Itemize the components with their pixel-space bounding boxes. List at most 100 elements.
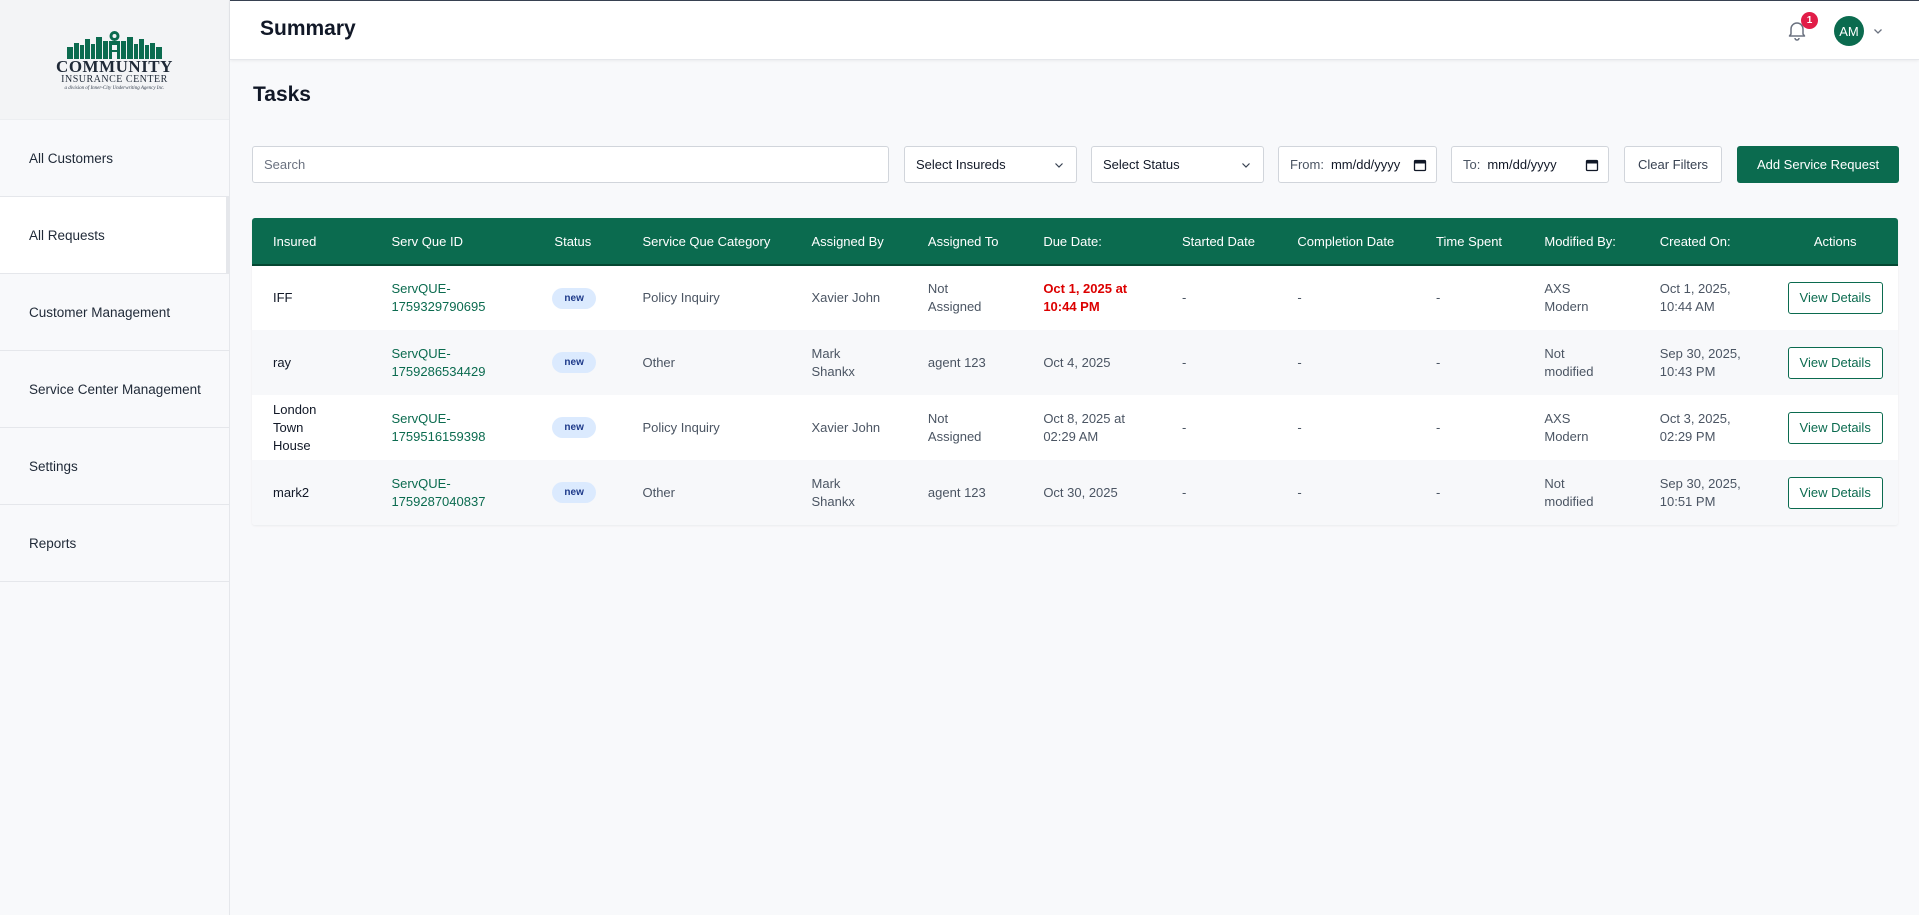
column-header: Actions	[1813, 233, 1857, 249]
cell-completion-date: -	[1297, 290, 1302, 305]
cell-assigned-to: Not Assigned	[907, 395, 1022, 460]
chevron-down-icon	[1055, 163, 1063, 168]
column-header[interactable]: Created On:	[1639, 218, 1773, 265]
cell-assigned-by: Xavier John	[791, 395, 907, 460]
cell-completion-date: -	[1297, 484, 1302, 500]
logo-area: COMMUNITY INSURANCE CENTER a division of…	[0, 0, 229, 120]
view-details-button[interactable]: View Details	[1787, 476, 1883, 509]
date-from-field[interactable]: From: mm/dd/yyyy	[1278, 146, 1437, 183]
column-header[interactable]: Assigned To	[907, 218, 1022, 265]
cell-created-on: Oct 1, 2025, 10:44 AM	[1639, 265, 1773, 330]
date-to-value: mm/dd/yyyy	[1487, 157, 1557, 172]
tasks-table: Insured Serv Que ID Status Service Que C…	[252, 218, 1898, 525]
cell-modified-by: Not modified	[1523, 330, 1638, 395]
calendar-icon[interactable]	[1585, 158, 1599, 172]
service-id-number[interactable]: 1759516159398	[391, 428, 533, 446]
cell-assigned-by-line1: Mark	[811, 345, 841, 361]
top-header: Summary 1 AM	[230, 0, 1919, 60]
sidebar: COMMUNITY INSURANCE CENTER a division of…	[0, 0, 230, 915]
cell-modified-by-line1: AXS	[1544, 281, 1571, 296]
sidebar-item-settings[interactable]: Settings	[0, 428, 229, 505]
cell-assigned-to: Not Assigned	[907, 265, 1022, 330]
cell-category: Policy Inquiry	[642, 290, 720, 305]
search-input[interactable]	[252, 146, 889, 183]
sidebar-item-reports[interactable]: Reports	[0, 505, 229, 582]
service-id-number[interactable]: 1759286534429	[391, 363, 533, 381]
date-to-field[interactable]: To: mm/dd/yyyy	[1451, 146, 1609, 183]
column-header[interactable]: Assigned By	[791, 218, 907, 265]
cell-started-date: -	[1181, 354, 1187, 370]
cell-insured: London Town House	[273, 401, 317, 453]
view-details-button[interactable]: View Details	[1787, 411, 1883, 444]
table-row[interactable]: IFF ServQUE- 1759329790695 new Policy Inquir…	[252, 265, 1898, 330]
sidebar-item-customer-management[interactable]: Customer Management	[0, 274, 229, 351]
calendar-icon[interactable]	[1413, 158, 1427, 172]
service-id-number[interactable]: 1759287040837	[391, 493, 533, 511]
cell-time-spent: -	[1436, 290, 1441, 305]
cell-assigned-by-line2: Shankx	[811, 493, 855, 509]
cell-service-id[interactable]: ServQUE- 1759516159398	[370, 395, 533, 460]
cell-insured: IFF	[273, 290, 293, 305]
service-id-number[interactable]: 1759329790695	[391, 298, 533, 316]
cell-due-date-line1: Oct 8, 2025 at	[1043, 410, 1125, 426]
cell-service-id[interactable]: ServQUE- 1759329790695	[370, 265, 533, 330]
column-header[interactable]: Time Spent	[1415, 218, 1523, 265]
status-badge: new	[552, 287, 596, 309]
column-header[interactable]: Modified By:	[1523, 218, 1638, 265]
column-header[interactable]: Due Date:	[1022, 218, 1161, 265]
user-avatar[interactable]: AM	[1834, 16, 1864, 46]
chevron-down-icon[interactable]	[1872, 25, 1884, 37]
view-details-button[interactable]: View Details	[1787, 346, 1883, 379]
cell-modified-by-line1: AXS	[1544, 410, 1571, 426]
notification-badge: 1	[1801, 12, 1818, 29]
table-row[interactable]: ray ServQUE- 1759286534429 new Other Mark Shan…	[252, 330, 1898, 395]
company-logo[interactable]: COMMUNITY INSURANCE CENTER a division of…	[56, 27, 173, 92]
column-header[interactable]: Serv Que ID	[370, 218, 533, 265]
column-header[interactable]: Started Date	[1161, 218, 1276, 265]
cell-category: Other	[642, 354, 675, 370]
service-id-prefix[interactable]: ServQUE-	[391, 345, 533, 363]
sidebar-item-service-center-management[interactable]: Service Center Management	[0, 351, 229, 428]
cell-category: Policy Inquiry	[642, 419, 720, 435]
service-id-prefix[interactable]: ServQUE-	[391, 475, 533, 493]
cell-modified-by-line2: modified	[1544, 493, 1594, 509]
sidebar-item-all-requests[interactable]: All Requests	[0, 197, 229, 274]
cell-completion-date: -	[1297, 419, 1302, 435]
cell-modified-by-line2: Modern	[1544, 428, 1589, 444]
column-header[interactable]: Service Que Category	[621, 218, 790, 265]
cell-due-date: Oct 1, 2025 at 10:44 PM	[1022, 265, 1161, 330]
table-row[interactable]: London Town House ServQUE- 1759516159398 ne…	[252, 395, 1898, 460]
select-status[interactable]: Select Status	[1091, 146, 1264, 183]
column-header[interactable]: Status	[533, 218, 621, 265]
cell-assigned-by: Mark Shankx	[791, 460, 907, 525]
cell-created-on: Oct 3, 2025, 02:29 PM	[1639, 395, 1773, 460]
service-id-prefix[interactable]: ServQUE-	[391, 410, 533, 428]
cell-time-spent: -	[1436, 419, 1441, 435]
table-row[interactable]: mark2 ServQUE- 1759287040837 new Other Mark Sh…	[252, 460, 1898, 525]
cell-created-on-line1: Oct 3, 2025,	[1659, 410, 1731, 426]
cell-service-id[interactable]: ServQUE- 1759286534429	[370, 330, 533, 395]
add-service-request-button[interactable]: Add Service Request	[1737, 146, 1899, 183]
cell-started-date: -	[1181, 419, 1187, 435]
cell-due-date-line1: Oct 4, 2025	[1043, 354, 1111, 370]
column-header[interactable]: Completion Date	[1276, 218, 1415, 265]
cell-due-date-line1: Oct 30, 2025	[1043, 484, 1118, 500]
cell-status: new	[533, 330, 621, 395]
cell-due-date: Oct 4, 2025	[1022, 330, 1161, 395]
cell-assigned-by-line2: Shankx	[811, 363, 855, 379]
cell-assigned-by: Xavier John	[791, 265, 907, 330]
column-header[interactable]: Insured	[252, 218, 370, 265]
cell-modified-by: AXS Modern	[1523, 395, 1638, 460]
select-insureds[interactable]: Select Insureds	[904, 146, 1077, 183]
page-title: Summary	[260, 17, 356, 40]
section-title: Tasks	[253, 83, 311, 106]
cell-modified-by-line1: Not	[1544, 475, 1565, 491]
cell-status: new	[533, 265, 621, 330]
clear-filters-button[interactable]: Clear Filters	[1624, 146, 1722, 183]
cell-assigned-by-line1: Xavier John	[811, 290, 881, 305]
cell-assigned-by-line1: Xavier John	[811, 419, 881, 435]
service-id-prefix[interactable]: ServQUE-	[391, 280, 533, 298]
view-details-button[interactable]: View Details	[1787, 282, 1883, 314]
cell-created-on: Sep 30, 2025, 10:43 PM	[1639, 330, 1773, 395]
cell-service-id[interactable]: ServQUE- 1759287040837	[370, 460, 533, 525]
